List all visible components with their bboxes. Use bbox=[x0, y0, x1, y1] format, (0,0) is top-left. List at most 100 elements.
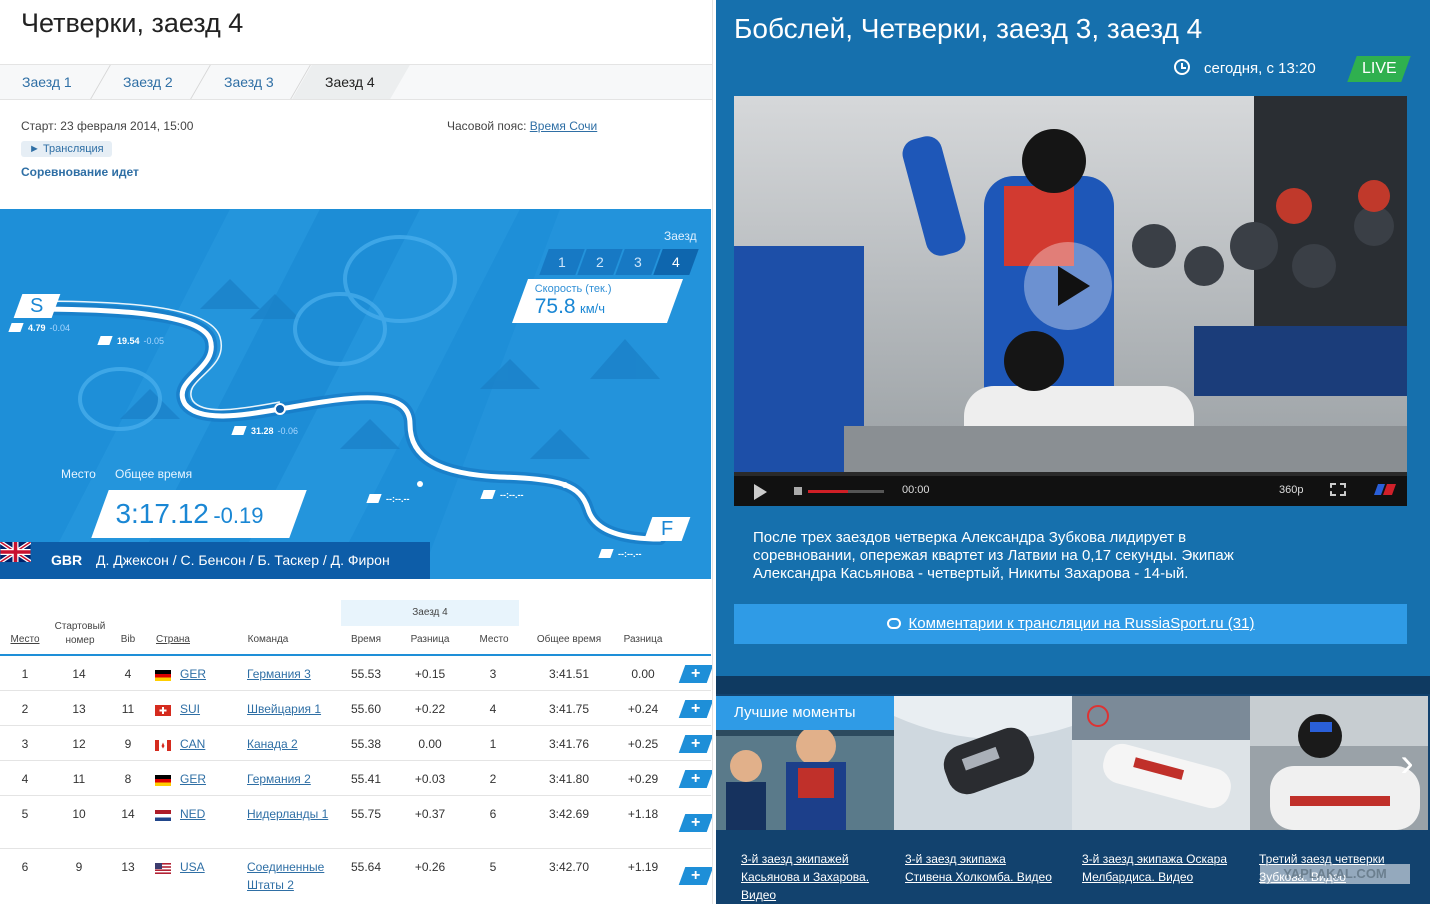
th-start-no: Стартовый номер bbox=[54, 621, 106, 646]
th-team: Команда bbox=[247, 634, 289, 645]
cell-start: 14 bbox=[72, 667, 86, 681]
usa-flag-icon bbox=[155, 863, 171, 874]
speech-bubble-icon bbox=[886, 618, 901, 629]
netherlands-flag-icon bbox=[155, 810, 171, 821]
volume-icon[interactable] bbox=[794, 487, 802, 495]
th-total-diff: Разница bbox=[623, 634, 663, 645]
expand-row-button[interactable]: + bbox=[678, 867, 712, 885]
run-select-4[interactable]: 4 bbox=[653, 249, 699, 275]
highlight-thumbnail-2[interactable] bbox=[894, 696, 1072, 830]
cell-total: 3:41.76 bbox=[548, 737, 590, 751]
cell-diff: 0.00 bbox=[418, 737, 442, 751]
cell-bib: 11 bbox=[121, 702, 135, 716]
highlight-caption-1[interactable]: 3-й заезд экипажей Касьянова и Захарова.… bbox=[741, 850, 891, 904]
speed-readout: Скорость (тек.) 75.8 км/ч bbox=[511, 279, 684, 323]
expand-row-button[interactable]: + bbox=[678, 700, 712, 718]
seek-bar[interactable] bbox=[734, 472, 1407, 476]
team-code: GBR bbox=[51, 552, 83, 568]
cell-bib: 13 bbox=[121, 860, 135, 874]
team-members: Д. Джексон / С. Бенсон / Б. Таскер / Д. … bbox=[96, 552, 390, 568]
cell-place: 6 bbox=[21, 860, 29, 874]
expand-row-button[interactable]: + bbox=[678, 814, 712, 832]
highlight-caption-2[interactable]: 3-й заезд экипажа Стивена Холкомба. Виде… bbox=[905, 850, 1055, 886]
broadcast-title: Бобслей, Четверки, заезд 3, заезд 4 bbox=[734, 13, 1203, 44]
cell-team-link[interactable]: Швейцария 1 bbox=[247, 700, 337, 718]
highlight-thumbnail-3[interactable] bbox=[1072, 696, 1250, 830]
comments-link[interactable]: Комментарии к трансляции на RussiaSport.… bbox=[734, 604, 1407, 644]
cell-diff: +0.26 bbox=[414, 860, 446, 874]
th-time: Время bbox=[350, 634, 382, 645]
split-5: --:--.-- bbox=[480, 490, 523, 500]
speed-value: 75.8 bbox=[534, 295, 576, 318]
cell-country-link[interactable]: GER bbox=[180, 667, 206, 681]
cell-diff: +0.03 bbox=[414, 772, 446, 786]
table-row[interactable]: 2 13 11 SUI Швейцария 1 55.60 +0.22 4 3:… bbox=[0, 691, 712, 726]
cell-run-place: 1 bbox=[489, 737, 497, 751]
table-row[interactable]: 4 11 8 GER Германия 2 55.41 +0.03 2 3:41… bbox=[0, 761, 712, 796]
total-time-label: Общее время bbox=[115, 467, 193, 481]
table-row[interactable]: 5 10 14 NED Нидерланды 1 55.75 +0.37 6 3… bbox=[0, 796, 712, 849]
cell-team-link[interactable]: Германия 3 bbox=[247, 665, 337, 683]
stream-button[interactable]: ► Трансляция bbox=[21, 141, 112, 157]
cell-bib: 8 bbox=[124, 772, 132, 786]
cell-team-link[interactable]: Соединенные Штаты 2 bbox=[247, 858, 337, 894]
fullscreen-icon[interactable] bbox=[1330, 483, 1346, 496]
tab-run-2[interactable]: Заезд 2 bbox=[123, 65, 223, 99]
cell-country-link[interactable]: NED bbox=[180, 807, 205, 821]
competition-status: Соревнование идет bbox=[21, 165, 139, 179]
speed-label: Скорость (тек.) bbox=[534, 283, 612, 295]
track-map: S F 4.79 -0.04 19.54 -0.05 31.28 -0.06 --:-… bbox=[0, 209, 711, 579]
cell-country-link[interactable]: SUI bbox=[180, 702, 200, 716]
video-player[interactable]: 00:00 360p bbox=[734, 96, 1407, 506]
expand-row-button[interactable]: + bbox=[678, 735, 712, 753]
carousel-next-button[interactable]: › bbox=[1384, 696, 1430, 830]
cell-time: 55.53 bbox=[350, 667, 382, 681]
cell-run-place: 2 bbox=[489, 772, 497, 786]
cell-time: 55.41 bbox=[350, 772, 382, 786]
quality-selector[interactable]: 360p bbox=[1279, 484, 1303, 496]
live-badge: LIVE bbox=[1347, 56, 1411, 82]
cell-team-link[interactable]: Канада 2 bbox=[247, 735, 337, 753]
cell-country-link[interactable]: USA bbox=[180, 860, 205, 874]
table-row[interactable]: 1 14 4 GER Германия 3 55.53 +0.15 3 3:41… bbox=[0, 656, 712, 691]
cell-place: 1 bbox=[21, 667, 29, 681]
cell-team-link[interactable]: Германия 2 bbox=[247, 770, 337, 788]
play-overlay-button[interactable] bbox=[1024, 242, 1112, 330]
player-controls: 00:00 360p bbox=[734, 472, 1407, 506]
cell-bib: 9 bbox=[124, 737, 132, 751]
cell-total-diff: +1.19 bbox=[627, 860, 659, 874]
broadcast-description: После трех заездов четверка Александра З… bbox=[753, 529, 1234, 582]
watermark: YAPLAKAL.COM bbox=[1260, 864, 1410, 884]
th-country[interactable]: Страна bbox=[154, 634, 192, 645]
cell-total: 3:41.51 bbox=[548, 667, 590, 681]
cell-time: 55.64 bbox=[350, 860, 382, 874]
channel-logo-icon[interactable] bbox=[1374, 484, 1396, 495]
highlights-header-strip bbox=[716, 676, 1430, 694]
th-total: Общее время bbox=[536, 634, 602, 645]
player-time: 00:00 bbox=[902, 484, 930, 496]
tab-run-4[interactable]: Заезд 4 bbox=[325, 65, 425, 99]
table-row[interactable]: 6 9 13 USA Соединенные Штаты 2 55.64 +0.… bbox=[0, 849, 712, 904]
expand-row-button[interactable]: + bbox=[678, 770, 712, 788]
run-group-header: Заезд 4 bbox=[341, 600, 519, 626]
cell-place: 5 bbox=[21, 807, 29, 821]
timezone-link[interactable]: Время Сочи bbox=[530, 119, 597, 133]
tab-run-3[interactable]: Заезд 3 bbox=[224, 65, 324, 99]
cell-start: 13 bbox=[72, 702, 86, 716]
cell-start: 11 bbox=[72, 772, 86, 786]
highlight-caption-3[interactable]: 3-й заезд экипажа Оскара Мелбардиса. Вид… bbox=[1082, 850, 1232, 886]
total-time: 3:17.12 bbox=[115, 498, 209, 529]
th-place[interactable]: Место bbox=[8, 634, 42, 645]
cell-team-link[interactable]: Нидерланды 1 bbox=[247, 805, 329, 823]
cell-country-link[interactable]: CAN bbox=[180, 737, 205, 751]
table-row[interactable]: 3 12 9 CAN Канада 2 55.38 0.00 1 3:41.76… bbox=[0, 726, 712, 761]
cell-diff: +0.15 bbox=[414, 667, 446, 681]
cell-country-link[interactable]: GER bbox=[180, 772, 206, 786]
cell-time: 55.75 bbox=[350, 807, 382, 821]
total-time-readout: 3:17.12 -0.19 bbox=[91, 490, 307, 538]
cell-total-diff: +0.29 bbox=[627, 772, 659, 786]
cell-total-diff: +0.25 bbox=[627, 737, 659, 751]
play-icon[interactable] bbox=[754, 484, 767, 500]
expand-row-button[interactable]: + bbox=[678, 665, 712, 683]
results-panel: Четверки, заезд 4 Заезд 1 Заезд 2 Заезд … bbox=[0, 0, 713, 904]
